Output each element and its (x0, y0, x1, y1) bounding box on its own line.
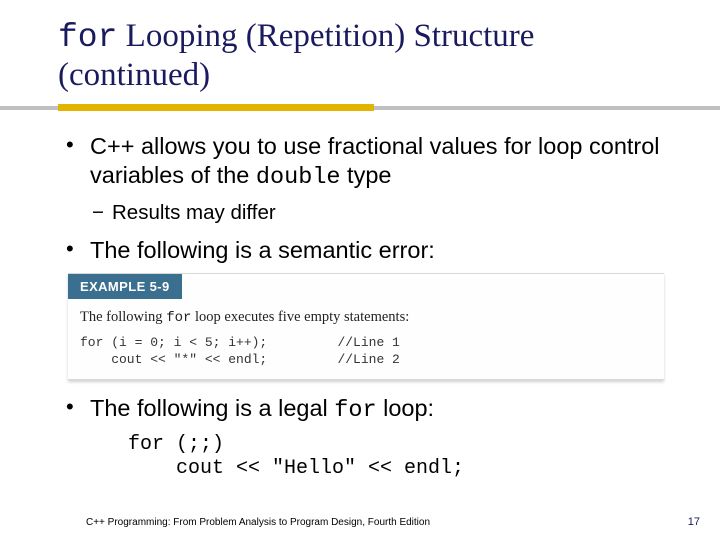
page-number: 17 (688, 516, 700, 528)
bullet-mono: double (256, 164, 341, 191)
subbullet-results: Results may differ (112, 200, 660, 226)
title-text: Looping (Repetition) Structure (continue… (58, 18, 534, 93)
bullet-text: The following is a legal (90, 395, 334, 421)
example-header: EXAMPLE 5-9 (68, 274, 182, 299)
bullet-text: type (341, 162, 392, 188)
bullet-fractional: C++ allows you to use fractional values … (90, 132, 660, 192)
slide: for Looping (Repetition) Structure (cont… (0, 0, 720, 540)
footer-text: C++ Programming: From Problem Analysis t… (86, 517, 430, 528)
bullet-mono: for (334, 397, 376, 424)
title-rule (0, 104, 720, 114)
legal-for-code: for (;;) cout << "Hello" << endl; (128, 433, 660, 481)
example-code: for (i = 0; i < 5; i++); //Line 1 cout <… (68, 334, 664, 369)
caption-text: The following (80, 309, 166, 325)
rule-gold (58, 104, 374, 111)
caption-text: loop executes five empty statements: (191, 309, 409, 325)
example-caption: The following for loop executes five emp… (68, 299, 664, 334)
caption-mono: for (166, 310, 191, 326)
slide-title: for Looping (Repetition) Structure (cont… (58, 18, 670, 94)
bullet-semantic-error: The following is a semantic error: (90, 236, 660, 265)
bullet-legal-loop: The following is a legal for loop: (90, 394, 660, 426)
footer: C++ Programming: From Problem Analysis t… (0, 516, 720, 528)
bullet-text: loop: (377, 395, 435, 421)
content-area: C++ allows you to use fractional values … (58, 132, 670, 481)
example-box: EXAMPLE 5-9 The following for loop execu… (68, 273, 664, 380)
title-keyword: for (58, 19, 117, 56)
